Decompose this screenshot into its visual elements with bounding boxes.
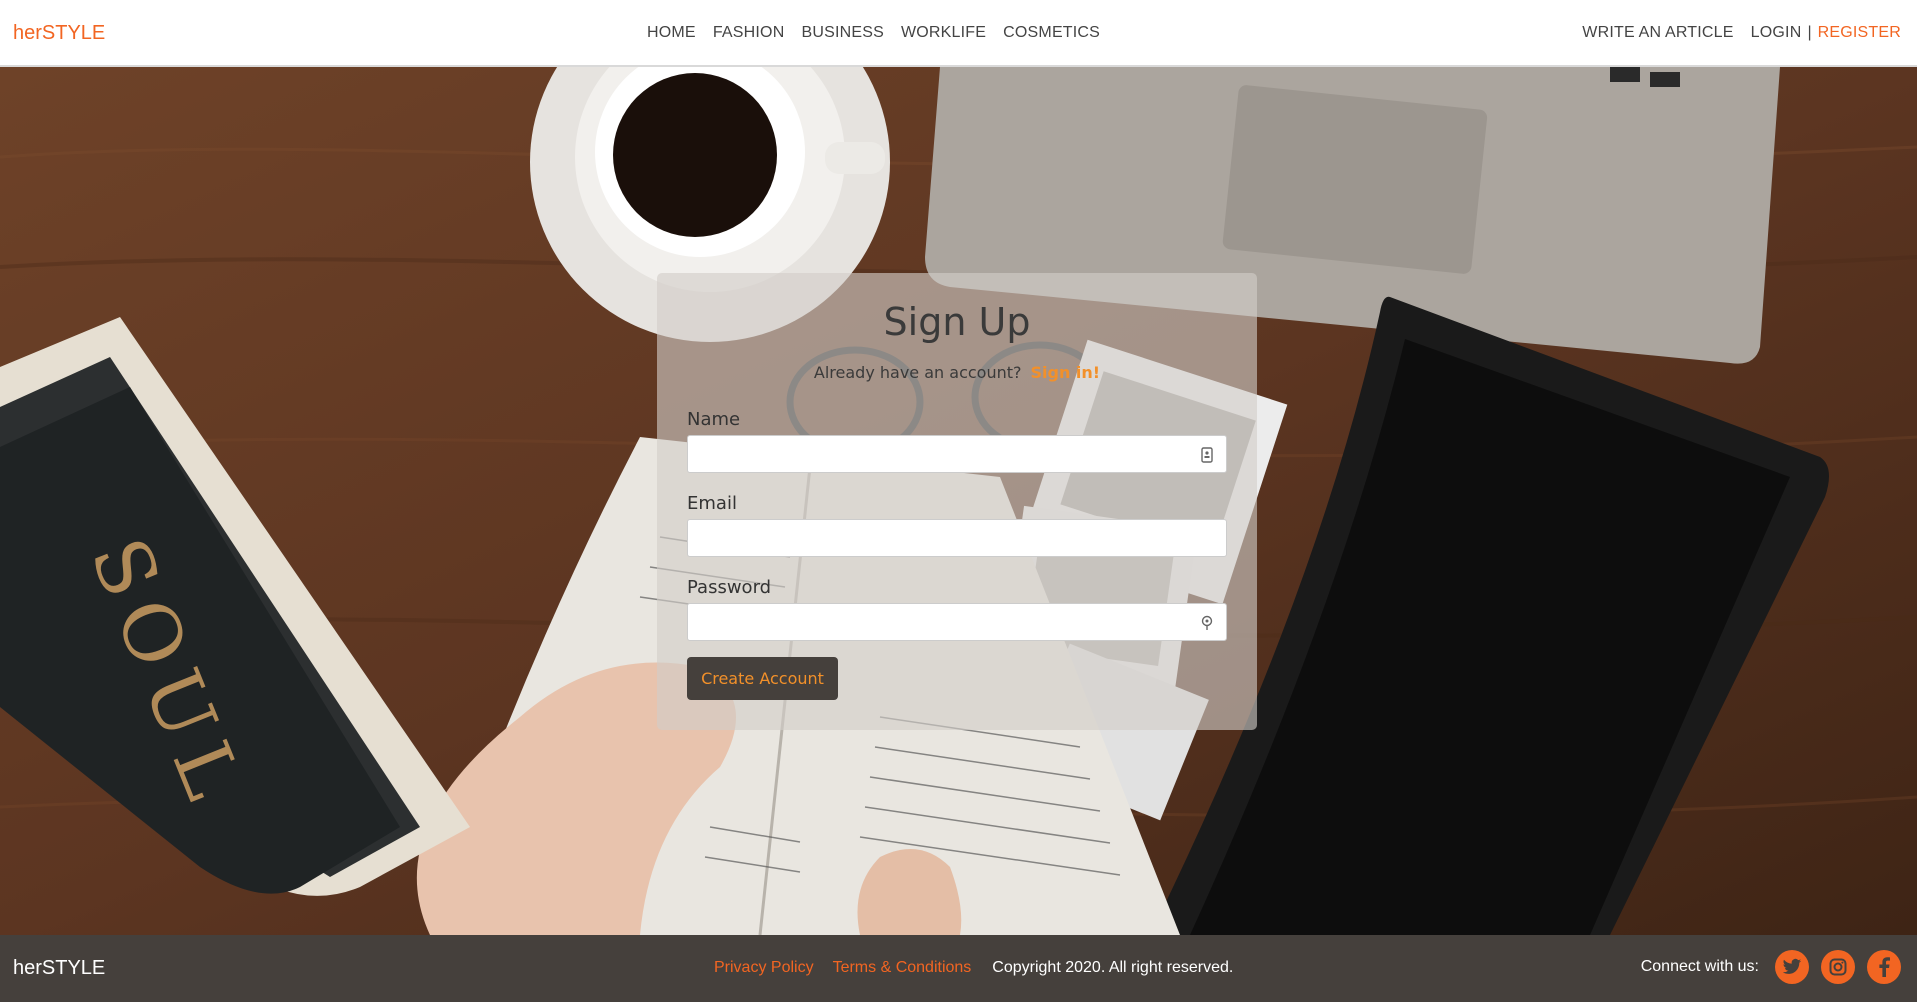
password-field[interactable] [688,604,1226,640]
privacy-policy-link[interactable]: Privacy Policy [714,959,814,977]
signin-prompt: Already have an account? Sign in! [657,363,1257,382]
instagram-icon[interactable] [1821,950,1855,984]
nav-home[interactable]: HOME [647,24,696,42]
footer-logo: herSTYLE [13,957,106,979]
signup-title: Sign Up [883,300,1031,344]
password-key-icon[interactable] [1200,614,1214,632]
contact-card-icon[interactable] [1200,446,1214,464]
terms-link[interactable]: Terms & Conditions [833,959,972,977]
connect-label: Connect with us: [1640,958,1759,975]
name-field[interactable] [688,436,1226,472]
account-nav: WRITE AN ARTICLE LOGIN | REGISTER [1582,24,1901,42]
nav-fashion[interactable]: FASHION [713,24,785,42]
name-label: Name [687,409,741,430]
email-field-wrapper [687,519,1227,557]
nav-worklife[interactable]: WORKLIFE [901,24,986,42]
nav-separator: | [1807,24,1812,41]
password-field-wrapper [687,603,1227,641]
register-link[interactable]: REGISTER [1818,24,1901,42]
signup-card: Sign Up Already have an account? Sign in!… [657,273,1257,730]
twitter-icon[interactable] [1775,950,1809,984]
name-field-wrapper [687,435,1227,473]
site-footer: herSTYLE Privacy Policy Terms & Conditio… [0,935,1917,1002]
password-label: Password [687,577,772,598]
login-link[interactable]: LOGIN [1751,24,1802,42]
facebook-icon[interactable] [1867,950,1901,984]
signin-link[interactable]: Sign in! [1031,363,1101,382]
signin-prompt-text: Already have an account? [813,363,1022,382]
nav-business[interactable]: BUSINESS [801,24,884,42]
copyright-text: Copyright 2020. All right reserved. [992,959,1234,976]
email-label: Email [687,493,737,514]
write-article-link[interactable]: WRITE AN ARTICLE [1582,24,1733,42]
main-nav: HOME FASHION BUSINESS WORKLIFE COSMETICS [647,24,1117,42]
nav-cosmetics[interactable]: COSMETICS [1003,24,1100,42]
footer-links: Privacy Policy Terms & Conditions Copyri… [714,959,1233,977]
site-logo[interactable]: herSTYLE [13,22,105,45]
create-account-button[interactable]: Create Account [687,657,838,700]
hero-background: SOUL Sign Up Already have an account? Sig… [0,67,1917,935]
email-field[interactable] [688,520,1226,556]
site-header: herSTYLE HOME FASHION BUSINESS WORKLIFE … [0,0,1917,67]
social-connect: Connect with us: [1641,950,1901,984]
